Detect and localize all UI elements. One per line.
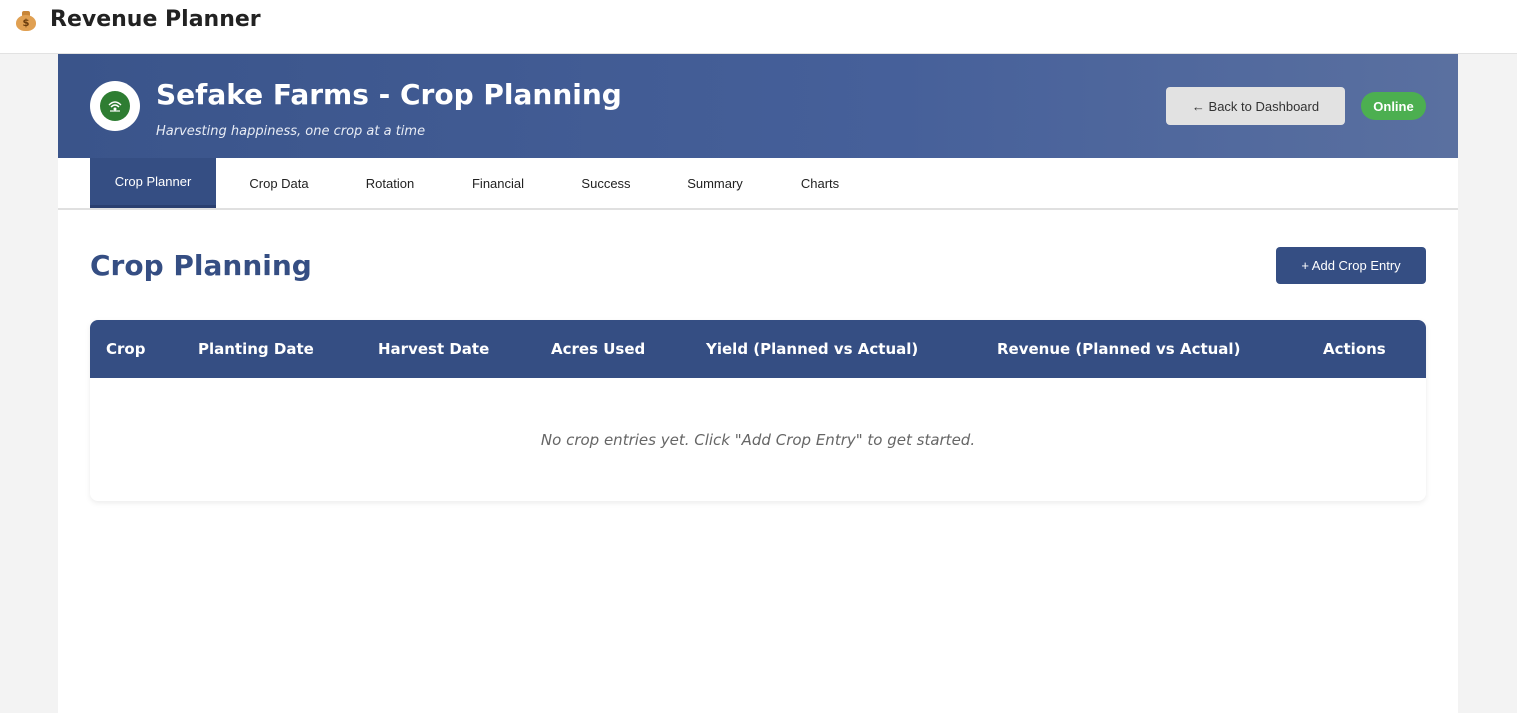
money-bag-icon: $ [15, 8, 37, 32]
farm-tagline: Harvesting happiness, one crop at a time [156, 124, 426, 139]
section-title: Crop Planning [90, 249, 312, 282]
column-header-planting-date: Planting Date [198, 340, 314, 358]
status-badge: Online [1361, 92, 1426, 120]
page-title: Sefake Farms - Crop Planning [156, 78, 622, 111]
column-header-acres-used: Acres Used [551, 340, 646, 358]
tab-financial[interactable]: Financial [438, 158, 558, 208]
tab-rotation[interactable]: Rotation [342, 158, 438, 208]
farm-logo-icon [90, 81, 140, 131]
back-to-dashboard-button[interactable]: ← Back to Dashboard [1166, 87, 1345, 125]
tab-bar: Crop Planner Crop Data Rotation Financia… [58, 158, 1458, 210]
tab-crop-data[interactable]: Crop Data [216, 158, 342, 208]
column-header-harvest-date: Harvest Date [378, 340, 490, 358]
add-crop-entry-button[interactable]: + Add Crop Entry [1276, 247, 1426, 284]
tab-success[interactable]: Success [558, 158, 654, 208]
tab-summary[interactable]: Summary [654, 158, 776, 208]
app-title: Revenue Planner [50, 7, 261, 32]
column-header-revenue: Revenue (Planned vs Actual) [997, 340, 1241, 358]
main-container: Sefake Farms - Crop Planning Harvesting … [58, 54, 1458, 713]
tab-charts[interactable]: Charts [776, 158, 864, 208]
column-header-yield: Yield (Planned vs Actual) [706, 340, 919, 358]
empty-state-message: No crop entries yet. Click "Add Crop Ent… [540, 430, 976, 449]
crop-table: Crop Planting Date Harvest Date Acres Us… [90, 320, 1426, 501]
column-header-crop: Crop [106, 340, 146, 358]
table-header: Crop Planting Date Harvest Date Acres Us… [90, 320, 1426, 378]
tab-crop-planner[interactable]: Crop Planner [90, 158, 216, 208]
farm-header: Sefake Farms - Crop Planning Harvesting … [58, 54, 1458, 158]
app-header: $ Revenue Planner [0, 0, 1517, 54]
column-header-actions: Actions [1323, 340, 1386, 358]
